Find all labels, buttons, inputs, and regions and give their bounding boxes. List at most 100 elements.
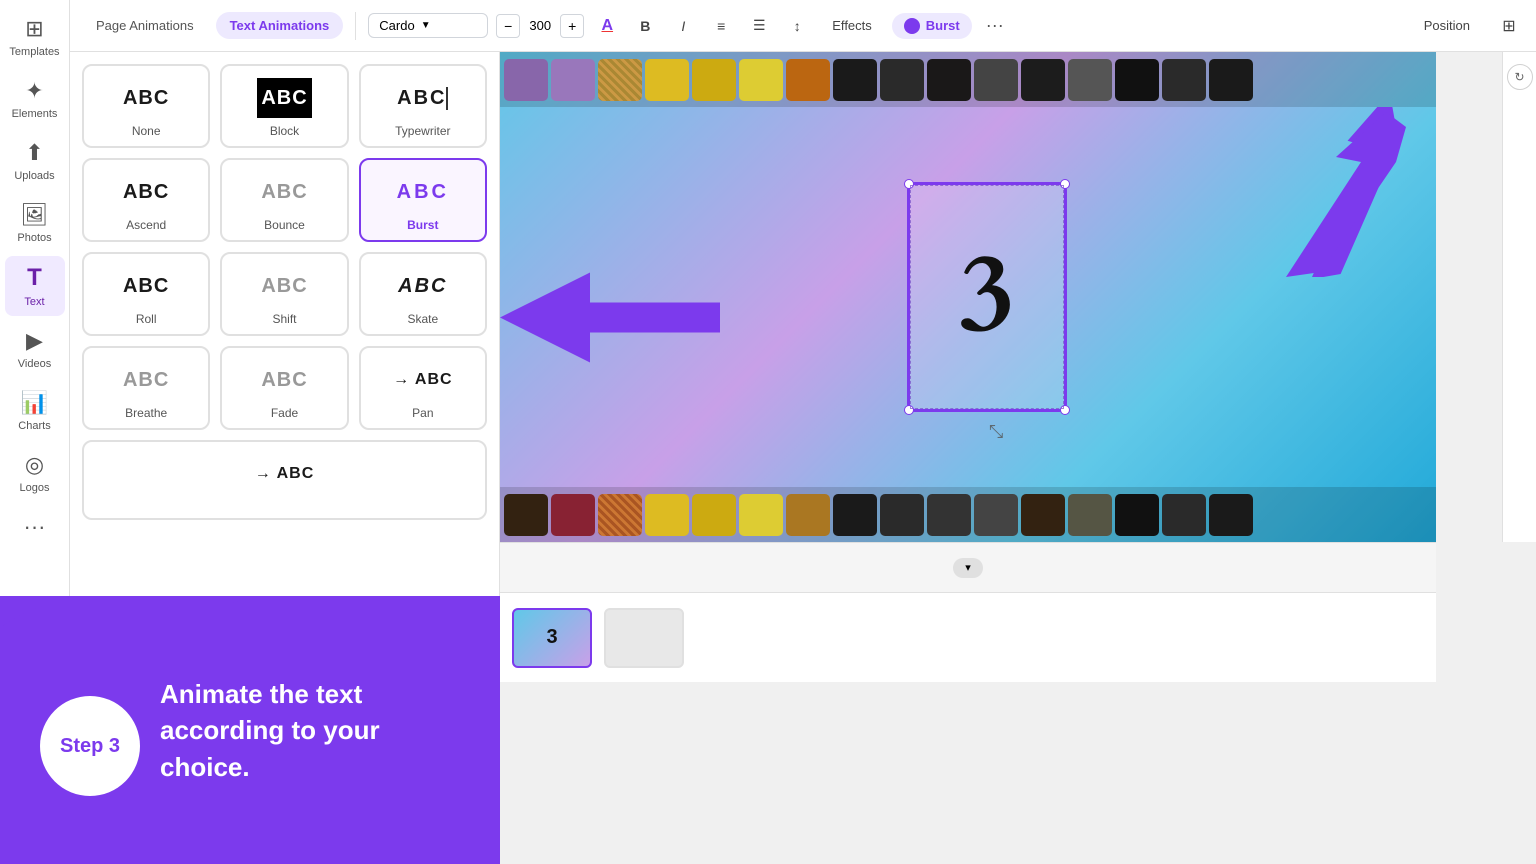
film-cell: [833, 59, 877, 101]
bottom-overlay: Step 3 Animate the text according to you…: [0, 596, 500, 864]
italic-button[interactable]: I: [668, 11, 698, 41]
align-button[interactable]: ≡: [706, 11, 736, 41]
sidebar-label-photos: Photos: [17, 232, 51, 244]
anim-preview-breathe: ABC: [123, 360, 169, 400]
anim-label-skate: Skate: [407, 312, 438, 326]
grid-icon-button[interactable]: ⊞: [1494, 11, 1524, 41]
sidebar-item-charts[interactable]: 📊 Charts: [5, 382, 65, 440]
anim-card-bounce[interactable]: ABC Bounce: [220, 158, 348, 242]
anim-card-partial[interactable]: → ABC: [82, 440, 487, 520]
charts-icon: 📊: [21, 390, 48, 416]
anim-card-fade[interactable]: ABC Fade: [220, 346, 348, 430]
filmstrip-top: [500, 52, 1436, 107]
sidebar-item-logos[interactable]: ◎ Logos: [5, 444, 65, 502]
anim-label-ascend: Ascend: [126, 218, 166, 232]
handle-tr[interactable]: [1060, 179, 1070, 189]
handle-tl[interactable]: [904, 179, 914, 189]
partial-card-area: → ABC: [82, 440, 487, 520]
anim-label-burst: Burst: [407, 218, 438, 232]
film-cell: [1115, 494, 1159, 536]
anim-preview-roll: ABC: [123, 266, 169, 306]
filmstrip-bottom: [500, 487, 1436, 542]
burst-button[interactable]: Burst: [892, 13, 972, 39]
anim-card-breathe[interactable]: ABC Breathe: [82, 346, 210, 430]
anim-card-pan[interactable]: → ABC Pan: [359, 346, 487, 430]
film-cell: [974, 494, 1018, 536]
resize-cursor: ⤡: [989, 421, 1003, 442]
film-cell: [645, 59, 689, 101]
canvas-background: 3 ⤡: [500, 52, 1436, 542]
film-cell: [1021, 494, 1065, 536]
film-cell: [504, 59, 548, 101]
sidebar-item-videos[interactable]: ▶ Videos: [5, 320, 65, 378]
elements-icon: ✦: [25, 78, 43, 104]
arrow-top-right: [1216, 107, 1406, 282]
effects-button[interactable]: Effects: [820, 13, 884, 38]
wave-svg: [0, 596, 500, 628]
anim-label-breathe: Breathe: [125, 406, 167, 420]
film-cell: [598, 494, 642, 536]
sidebar-label-templates: Templates: [9, 46, 59, 58]
burst-label: Burst: [926, 18, 960, 33]
text-color-button[interactable]: A: [592, 11, 622, 41]
step-description: Animate the text according to your choic…: [160, 676, 460, 785]
position-button[interactable]: Position: [1410, 13, 1484, 38]
sidebar-item-elements[interactable]: ✦ Elements: [5, 70, 65, 128]
list-button[interactable]: ☰: [744, 11, 774, 41]
film-cell: [551, 494, 595, 536]
videos-icon: ▶: [26, 328, 43, 354]
anim-card-skate[interactable]: ABC Skate: [359, 252, 487, 336]
anim-card-block[interactable]: ABC Block: [220, 64, 348, 148]
film-cell: [598, 59, 642, 101]
tab-page-animations[interactable]: Page Animations: [82, 12, 208, 39]
font-size-increase[interactable]: +: [560, 14, 584, 38]
film-cell: [1021, 59, 1065, 101]
bold-button[interactable]: B: [630, 11, 660, 41]
collapse-button[interactable]: ▾: [953, 558, 983, 578]
timeline: 3: [500, 592, 1436, 682]
film-cell: [1068, 59, 1112, 101]
anim-card-typewriter[interactable]: ABC‌ Typewriter: [359, 64, 487, 148]
film-cell: [880, 494, 924, 536]
more-options-button[interactable]: ···: [980, 11, 1010, 41]
sidebar-item-uploads[interactable]: ⬆ Uploads: [5, 132, 65, 190]
handle-bl[interactable]: [904, 405, 914, 415]
sidebar-item-photos[interactable]: 🖼 Photos: [5, 194, 65, 252]
anim-card-ascend[interactable]: ABC Ascend: [82, 158, 210, 242]
text-card[interactable]: 3: [907, 182, 1067, 412]
anim-card-none[interactable]: ABC None: [82, 64, 210, 148]
tab-text-animations[interactable]: Text Animations: [216, 12, 344, 39]
anim-card-roll[interactable]: ABC Roll: [82, 252, 210, 336]
film-cell: [927, 59, 971, 101]
spacing-button[interactable]: ↕: [782, 11, 812, 41]
sidebar-item-more[interactable]: ···: [5, 506, 65, 548]
film-cell: [692, 59, 736, 101]
anim-preview-partial: → ABC: [255, 454, 315, 494]
slide-thumb-1[interactable]: 3: [512, 608, 592, 668]
sidebar-item-text[interactable]: T Text: [5, 256, 65, 316]
anim-preview-ascend: ABC: [123, 172, 169, 212]
film-cell: [786, 494, 830, 536]
slide-thumb-2[interactable]: [604, 608, 684, 668]
anim-label-fade: Fade: [271, 406, 298, 420]
film-cell: [927, 494, 971, 536]
film-cell: [1162, 494, 1206, 536]
sidebar-item-templates[interactable]: ⊞ Templates: [5, 8, 65, 66]
font-selector[interactable]: Cardo ▼: [368, 13, 488, 38]
anim-preview-fade: ABC: [261, 360, 307, 400]
anim-label-shift: Shift: [272, 312, 296, 326]
anim-card-shift[interactable]: ABC Shift: [220, 252, 348, 336]
anim-card-burst[interactable]: ABC Burst: [359, 158, 487, 242]
right-panel: ↻: [1502, 52, 1536, 542]
uploads-icon: ⬆: [25, 140, 43, 166]
sync-icon-button[interactable]: ↻: [1507, 64, 1533, 90]
photos-icon: 🖼: [21, 202, 49, 228]
handle-br[interactable]: [1060, 405, 1070, 415]
font-name: Cardo: [379, 18, 414, 33]
film-cell: [1209, 59, 1253, 101]
anim-preview-shift: ABC: [261, 266, 307, 306]
toolbar-right: Position ⊞: [1410, 11, 1524, 41]
text-icon: T: [27, 264, 42, 292]
font-size-decrease[interactable]: −: [496, 14, 520, 38]
arrow-left: [500, 263, 720, 378]
